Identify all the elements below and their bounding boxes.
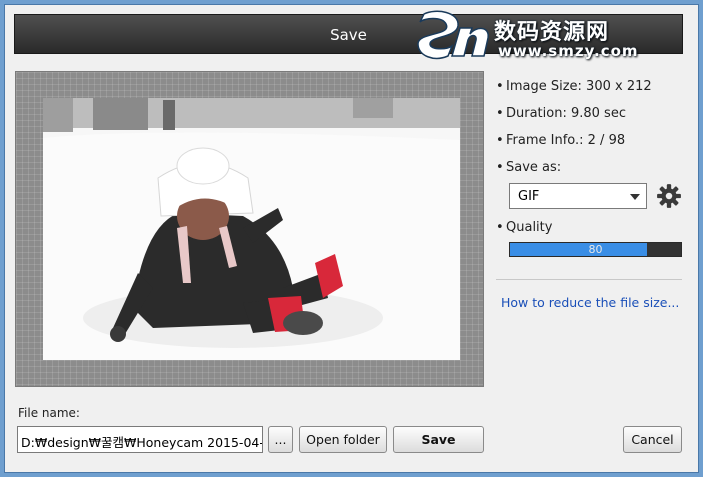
divider xyxy=(496,279,682,280)
cancel-button[interactable]: Cancel xyxy=(623,426,682,453)
chevron-down-icon xyxy=(630,194,640,200)
preview-panel xyxy=(15,71,484,387)
gear-icon[interactable] xyxy=(656,183,682,209)
browse-button[interactable]: ... xyxy=(268,426,293,453)
file-name-field[interactable]: D:₩design₩꿀캠₩Honeycam 2015-04-23 xyxy=(17,426,263,453)
frame-info-label: Frame Info.: 2 / 98 xyxy=(506,133,626,148)
sn-logo-icon xyxy=(417,10,489,60)
image-size-text: • Image Size: 300 x 212 xyxy=(496,79,652,94)
bullet: • xyxy=(496,220,504,235)
bullet: • xyxy=(496,79,504,94)
image-size-label: Image Size: 300 x 212 xyxy=(506,79,652,94)
format-select[interactable]: GIF xyxy=(509,183,647,209)
bullet: • xyxy=(496,160,504,175)
watermark: 数码资源网 www.smzy.com xyxy=(412,10,682,62)
bullet: • xyxy=(496,106,504,121)
file-name-label: File name: xyxy=(18,406,80,420)
save-as-label: Save as: xyxy=(506,160,562,175)
save-as-text: • Save as: xyxy=(496,160,561,175)
format-select-value: GIF xyxy=(518,189,540,204)
watermark-url: www.smzy.com xyxy=(498,42,639,60)
duration-text: • Duration: 9.80 sec xyxy=(496,106,626,121)
quality-slider[interactable]: 80 xyxy=(509,242,682,257)
open-folder-button[interactable]: Open folder xyxy=(299,426,387,453)
quality-value: 80 xyxy=(588,243,603,256)
save-button[interactable]: Save xyxy=(393,426,484,453)
preview-image xyxy=(43,98,460,360)
duration-label: Duration: 9.80 sec xyxy=(506,106,626,121)
preview-photo-icon xyxy=(43,98,460,360)
reduce-file-size-link[interactable]: How to reduce the file size... xyxy=(501,295,679,310)
frame-info-text: • Frame Info.: 2 / 98 xyxy=(496,133,625,148)
bullet: • xyxy=(496,133,504,148)
quality-text: • Quality xyxy=(496,220,552,235)
quality-label: Quality xyxy=(506,220,553,235)
